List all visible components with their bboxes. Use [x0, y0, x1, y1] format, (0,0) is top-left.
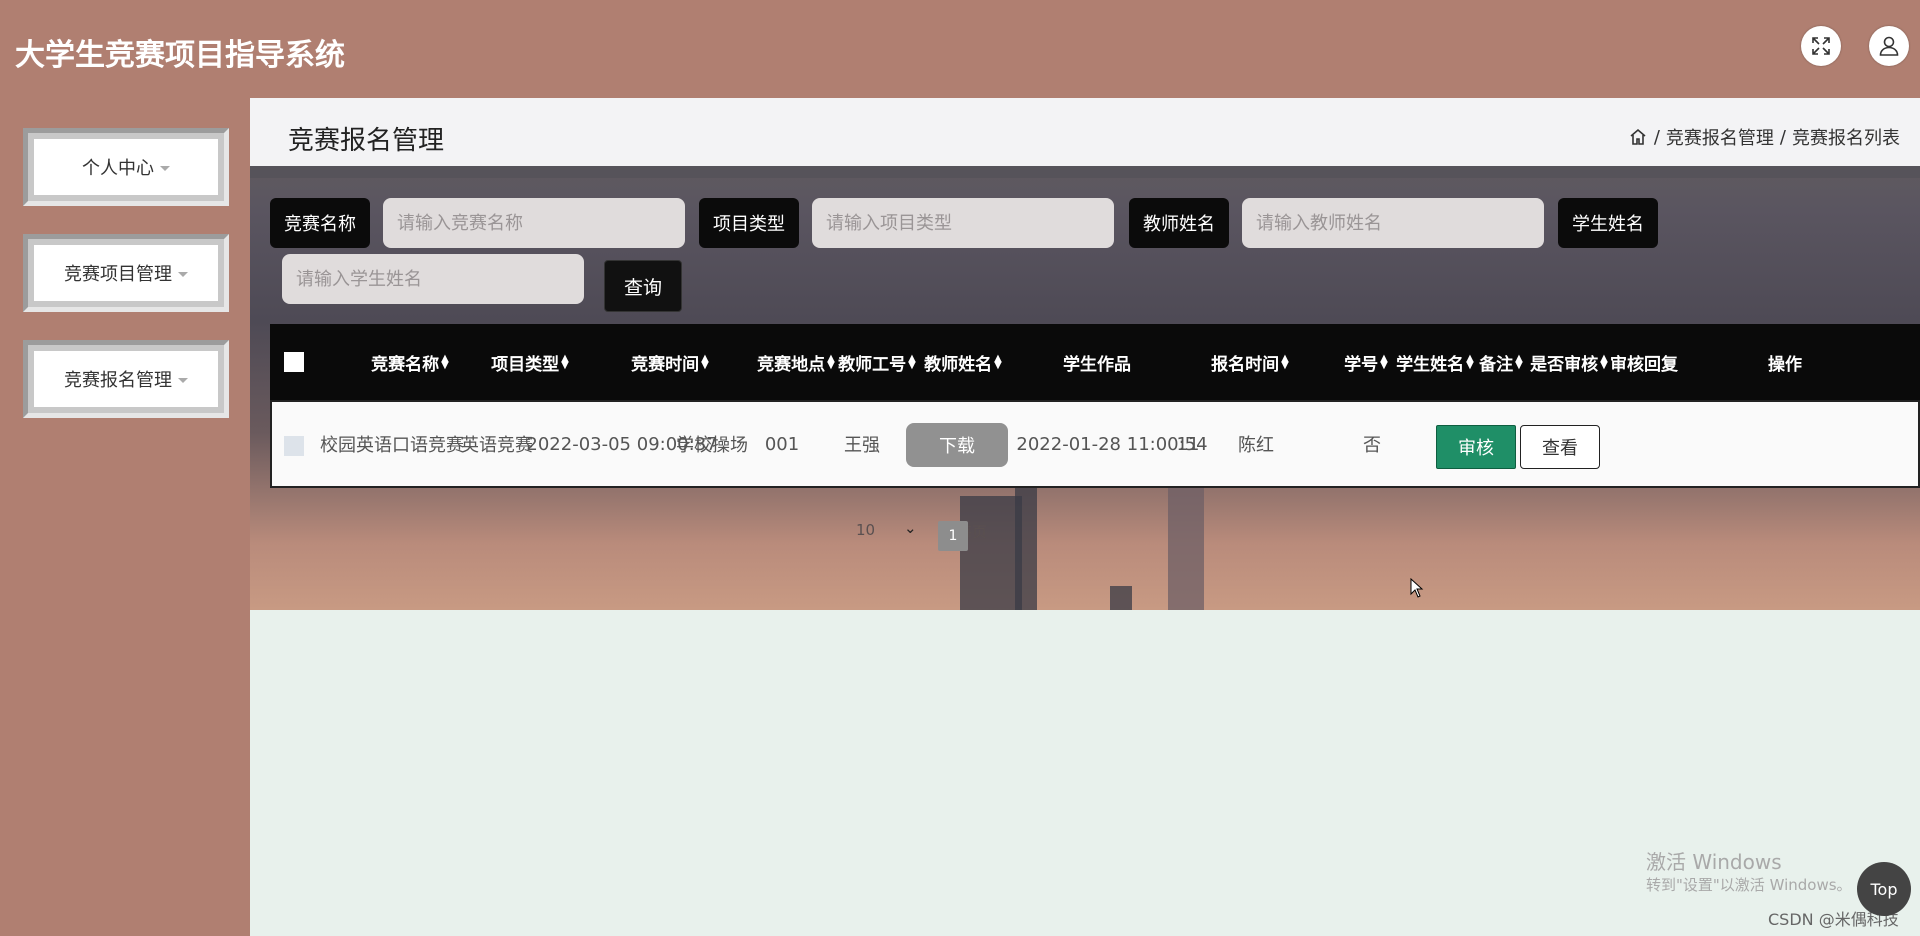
column-header[interactable]: 竞赛地点 ▲ ▼ [746, 324, 846, 400]
breadcrumb-separator: / [1779, 126, 1786, 148]
sort-icon: ▲ ▼ [908, 353, 916, 371]
sort-icon: ▲ ▼ [561, 353, 569, 371]
table-header: 竞赛名称 ▲ ▼ 项目类型 ▲ ▼ 竞赛时间 ▲ ▼ 竞赛地点 ▲ ▼ 教师工号 ▲ ▼ 教师姓名 ▲… [270, 324, 1920, 400]
table-row: 校园英语口语竞赛 英语竞赛 2022-03-05 09:00:37 学校操场 0… [270, 400, 1920, 488]
column-header: 操作 [1768, 354, 1802, 375]
windows-activation-title: 激活 Windows [1646, 850, 1782, 874]
column-header[interactable]: 教师工号 ▲ ▼ [832, 324, 922, 400]
user-icon [1879, 36, 1899, 56]
student-name-label: 学生姓名 [1558, 198, 1658, 248]
sidebar-item-personal-center[interactable]: 个人中心 [23, 128, 229, 206]
select-all-checkbox[interactable] [284, 352, 304, 372]
signup-table: 竞赛名称 ▲ ▼ 项目类型 ▲ ▼ 竞赛时间 ▲ ▼ 竞赛地点 ▲ ▼ 教师工号 ▲ ▼ 教师姓名 ▲… [270, 324, 1920, 488]
sidebar: 个人中心 竞赛项目管理 竞赛报名管理 [0, 98, 250, 936]
home-icon[interactable] [1628, 127, 1648, 147]
cell-competition-name: 校园英语口语竞赛 [320, 435, 464, 456]
column-header[interactable]: 项目类型 ▲ ▼ [470, 324, 590, 400]
background-building [1015, 488, 1037, 610]
audit-button[interactable]: 审核 [1436, 425, 1516, 469]
page-size-value: 10 [856, 521, 876, 539]
project-type-label: 项目类型 [699, 198, 799, 248]
sort-icon: ▲ ▼ [701, 353, 709, 371]
column-header: 学生作品 [1063, 354, 1131, 375]
column-header[interactable]: 竞赛名称 ▲ ▼ [340, 324, 480, 400]
breadcrumb-separator: / [1653, 126, 1660, 148]
view-button[interactable]: 查看 [1520, 425, 1600, 469]
column-header[interactable]: 竞赛时间 ▲ ▼ [590, 324, 750, 400]
fullscreen-button[interactable] [1801, 26, 1841, 66]
caret-down-icon [160, 165, 170, 171]
competition-name-label: 竞赛名称 [270, 198, 370, 248]
background-building [1110, 586, 1132, 610]
competition-name-input[interactable] [383, 198, 685, 248]
column-header[interactable]: 报名时间 ▲ ▼ [1170, 324, 1330, 400]
sort-icon: ▲ ▼ [1281, 353, 1289, 371]
caret-down-icon [178, 377, 188, 383]
mouse-cursor-icon [1410, 578, 1424, 598]
page-number-button[interactable]: 1 [938, 521, 968, 551]
cell-reviewed: 否 [1363, 435, 1381, 456]
teacher-name-label: 教师姓名 [1129, 198, 1229, 248]
project-type-input[interactable] [812, 198, 1114, 248]
caret-down-icon [178, 271, 188, 277]
back-to-top-button[interactable]: Top [1857, 862, 1911, 916]
sidebar-item-competition-project[interactable]: 竞赛项目管理 [23, 234, 229, 312]
content-area: 竞赛名称 项目类型 教师姓名 学生姓名 查询 竞赛名称▲▼ 项目类型▲▼ 竞赛时… [250, 166, 1920, 610]
windows-activation-hint: 转到"设置"以激活 Windows。 [1646, 876, 1852, 894]
sort-icon: ▲ ▼ [1515, 353, 1523, 371]
teacher-name-input[interactable] [1242, 198, 1544, 248]
download-button[interactable]: 下载 [906, 423, 1008, 467]
background-building [960, 496, 1022, 610]
row-checkbox[interactable] [284, 436, 304, 456]
cell-location: 学校操场 [676, 435, 748, 456]
breadcrumb-item[interactable]: 竞赛报名管理 [1666, 124, 1774, 150]
chevron-down-icon: ⌄ [904, 519, 917, 537]
cell-teacher-name: 王强 [844, 435, 880, 456]
expand-icon [1812, 37, 1830, 55]
page-header: 竞赛报名管理 / 竞赛报名管理 / 竞赛报名列表 [250, 98, 1920, 166]
background-building [1168, 488, 1204, 610]
breadcrumb-item: 竞赛报名列表 [1792, 128, 1900, 149]
page-title: 竞赛报名管理 [288, 126, 445, 156]
top-header: 大学生竞赛项目指导系统 [0, 0, 1920, 98]
page-size-select[interactable]: 10 ⌄ [856, 519, 917, 551]
sidebar-item-label: 个人中心 [82, 158, 154, 179]
cell-teacher-id: 001 [764, 433, 800, 455]
column-header[interactable]: 学号 ▲ ▼ [1340, 324, 1392, 400]
sort-icon: ▲ ▼ [994, 353, 1002, 371]
header-band [250, 166, 1920, 178]
sidebar-item-label: 竞赛报名管理 [64, 370, 172, 391]
app-title: 大学生竞赛项目指导系统 [15, 38, 345, 73]
column-header[interactable]: 教师姓名 ▲ ▼ [918, 324, 1008, 400]
sort-icon: ▲ ▼ [441, 353, 449, 371]
column-header[interactable]: 是否审核 ▲ ▼ [1524, 324, 1614, 400]
column-header: 审核回复 [1610, 354, 1678, 375]
cell-student-id: 11 [1176, 433, 1200, 455]
query-button[interactable]: 查询 [604, 260, 682, 312]
user-button[interactable] [1869, 26, 1909, 66]
column-header[interactable]: 备注 ▲ ▼ [1470, 324, 1532, 400]
cell-student-name: 陈红 [1238, 435, 1274, 456]
sidebar-item-competition-signup[interactable]: 竞赛报名管理 [23, 340, 229, 418]
sort-icon: ▲ ▼ [1380, 353, 1388, 371]
student-name-input[interactable] [282, 254, 584, 304]
breadcrumb: / 竞赛报名管理 / 竞赛报名列表 [1628, 124, 1900, 150]
sidebar-item-label: 竞赛项目管理 [64, 264, 172, 285]
column-header[interactable]: 学生姓名 ▲ ▼ [1390, 324, 1480, 400]
